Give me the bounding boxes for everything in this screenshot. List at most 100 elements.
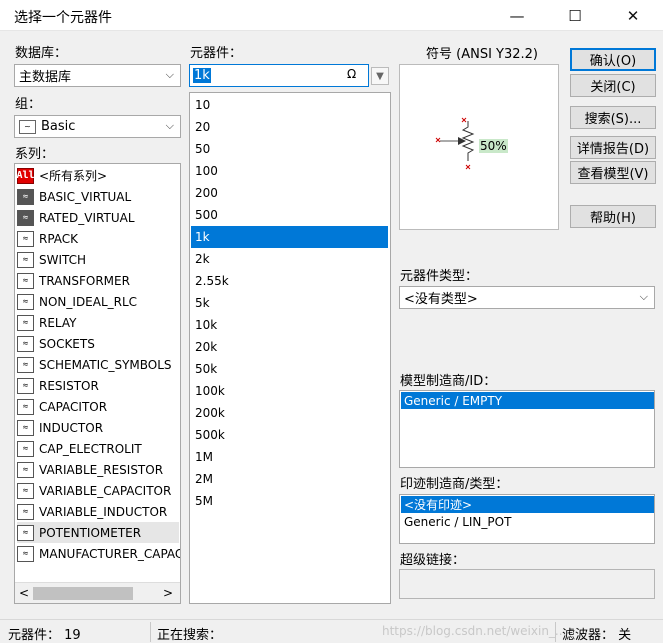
search-button[interactable]: 搜索(S)... — [570, 106, 656, 129]
component-list[interactable]: 10 20 50 100 200 500 1k 2k 2.55k 5k 10k 20k 50k 100k 2… — [189, 92, 391, 604]
family-item[interactable]: ≈ RELAY — [17, 312, 179, 333]
model-manufacturer-list[interactable]: Generic / EMPTY — [399, 390, 655, 468]
family-item[interactable]: ≈ VARIABLE_INDUCTOR — [17, 501, 179, 522]
family-item[interactable]: ≈ VARIABLE_RESISTOR — [17, 459, 179, 480]
scroll-thumb[interactable] — [33, 587, 133, 600]
family-item-label: SCHEMATIC_SYMBOLS — [39, 357, 172, 372]
component-item[interactable]: 10k — [191, 314, 388, 336]
family-item-label: CAPACITOR — [39, 399, 108, 414]
family-item-label: VARIABLE_CAPACITOR — [39, 483, 172, 498]
title-bar: 选择一个元器件 — ☐ ✕ — [0, 0, 663, 31]
family-item[interactable]: ≈ TRANSFORMER — [17, 270, 179, 291]
non-ideal-rlc-icon: ≈ — [17, 293, 34, 310]
component-item[interactable]: 50 — [191, 138, 388, 160]
hyperlink-field[interactable] — [399, 569, 655, 599]
component-type-select[interactable]: <没有类型> ⌵ — [399, 286, 655, 309]
detail-report-button[interactable]: 详情报告(D) — [570, 136, 656, 159]
footprint-list[interactable]: <没有印迹> Generic / LIN_POT — [399, 494, 655, 544]
family-label: 系列： — [15, 147, 55, 162]
family-item[interactable]: ≈ RPACK — [17, 228, 179, 249]
family-item[interactable]: ≈ RESISTOR — [17, 375, 179, 396]
maximize-button[interactable]: ☐ — [552, 0, 598, 31]
family-item-label: SWITCH — [39, 252, 87, 267]
family-item[interactable]: ≈ SOCKETS — [17, 333, 179, 354]
close-button[interactable]: 关闭(C) — [570, 74, 656, 97]
footprint-label: 印迹制造商/类型： — [400, 477, 509, 492]
family-item-label: TRANSFORMER — [39, 273, 130, 288]
switch-icon: ≈ — [17, 251, 34, 268]
component-item[interactable]: 2k — [191, 248, 388, 270]
list-item[interactable]: <没有印迹> — [401, 496, 654, 513]
component-item[interactable]: 5M — [191, 490, 388, 512]
variable-capacitor-icon: ≈ — [17, 482, 34, 499]
component-item[interactable]: 500k — [191, 424, 388, 446]
scroll-right-icon[interactable]: > — [163, 586, 173, 600]
family-item[interactable]: ≈ VARIABLE_CAPACITOR — [17, 480, 179, 501]
view-model-button[interactable]: 查看模型(V) — [570, 161, 656, 184]
rated-virtual-icon: ≈ — [17, 209, 34, 226]
component-item[interactable]: 1M — [191, 446, 388, 468]
family-item-label: RPACK — [39, 231, 79, 246]
cap-electrolit-icon: ≈ — [17, 440, 34, 457]
component-item[interactable]: 2M — [191, 468, 388, 490]
group-select[interactable]: ~ Basic ⌵ — [14, 115, 181, 138]
list-item[interactable]: Generic / LIN_POT — [401, 513, 654, 530]
potentiometer-percent: 50% — [479, 139, 508, 153]
rpack-icon: ≈ — [17, 230, 34, 247]
symbol-label: 符号 (ANSI Y32.2) — [426, 47, 538, 62]
transformer-icon: ≈ — [17, 272, 34, 289]
family-item-label: INDUCTOR — [39, 420, 104, 435]
schematic-symbols-icon: ≈ — [17, 356, 34, 373]
component-item[interactable]: 500 — [191, 204, 388, 226]
capacitor-icon: ≈ — [17, 398, 34, 415]
component-item[interactable]: 1k — [191, 226, 388, 248]
family-item[interactable]: ≈ CAP_ELECTROLIT — [17, 438, 179, 459]
component-item[interactable]: 5k — [191, 292, 388, 314]
component-search-value: 1k — [193, 68, 211, 83]
list-item[interactable]: Generic / EMPTY — [401, 392, 654, 409]
family-item[interactable]: ≈ CAPACITOR — [17, 396, 179, 417]
family-item-label: VARIABLE_RESISTOR — [39, 462, 164, 477]
component-item[interactable]: 200k — [191, 402, 388, 424]
component-item[interactable]: 20 — [191, 116, 388, 138]
status-divider — [150, 622, 151, 642]
help-button[interactable]: 帮助(H) — [570, 205, 656, 228]
model-manufacturer-label: 模型制造商/ID： — [400, 374, 497, 389]
component-item[interactable]: 2.55k — [191, 270, 388, 292]
close-window-button[interactable]: ✕ — [610, 0, 656, 31]
ok-button[interactable]: 确认(O) — [570, 48, 656, 71]
family-item[interactable]: ≈ BASIC_VIRTUAL — [17, 186, 179, 207]
family-item[interactable]: ≈ SWITCH — [17, 249, 179, 270]
family-item[interactable]: ≈ NON_IDEAL_RLC — [17, 291, 179, 312]
family-item-label: RATED_VIRTUAL — [39, 210, 135, 225]
scroll-left-icon[interactable]: < — [19, 586, 29, 600]
family-item[interactable]: ≈ RATED_VIRTUAL — [17, 207, 179, 228]
minimize-button[interactable]: — — [494, 0, 540, 31]
component-type-value: <没有类型> — [404, 292, 478, 307]
component-search-input[interactable]: 1k Ω — [189, 64, 369, 87]
component-item[interactable]: 50k — [191, 358, 388, 380]
component-item[interactable]: 20k — [191, 336, 388, 358]
family-item-label: MANUFACTURER_CAPAC — [39, 546, 181, 561]
family-item[interactable]: ≈ POTENTIOMETER — [17, 522, 179, 543]
family-list[interactable]: All <所有系列> ≈ BASIC_VIRTUAL ≈ RATED_VIRTUAL ≈ RP… — [14, 163, 181, 604]
basic-group-icon: ~ — [19, 119, 36, 134]
family-item[interactable]: All <所有系列> — [16, 165, 179, 186]
component-label: 元器件： — [190, 46, 243, 61]
family-item[interactable]: ≈ MANUFACTURER_CAPAC — [17, 543, 181, 564]
component-item[interactable]: 100 — [191, 160, 388, 182]
component-item[interactable]: 100k — [191, 380, 388, 402]
family-hscrollbar[interactable]: < > — [15, 582, 180, 603]
family-item[interactable]: ≈ SCHEMATIC_SYMBOLS — [17, 354, 179, 375]
component-item[interactable]: 10 — [191, 94, 388, 116]
chevron-down-icon: ⌵ — [165, 119, 174, 132]
basic-virtual-icon: ≈ — [17, 188, 34, 205]
resistor-icon: ≈ — [17, 377, 34, 394]
search-option-icon[interactable]: Ω — [347, 67, 356, 81]
status-searching: 正在搜索： — [157, 628, 223, 643]
component-type-label: 元器件类型： — [400, 269, 479, 284]
family-item[interactable]: ≈ INDUCTOR — [17, 417, 179, 438]
filter-icon[interactable]: ▼ — [371, 67, 389, 85]
database-select[interactable]: 主数据库 ⌵ — [14, 64, 181, 87]
component-item[interactable]: 200 — [191, 182, 388, 204]
